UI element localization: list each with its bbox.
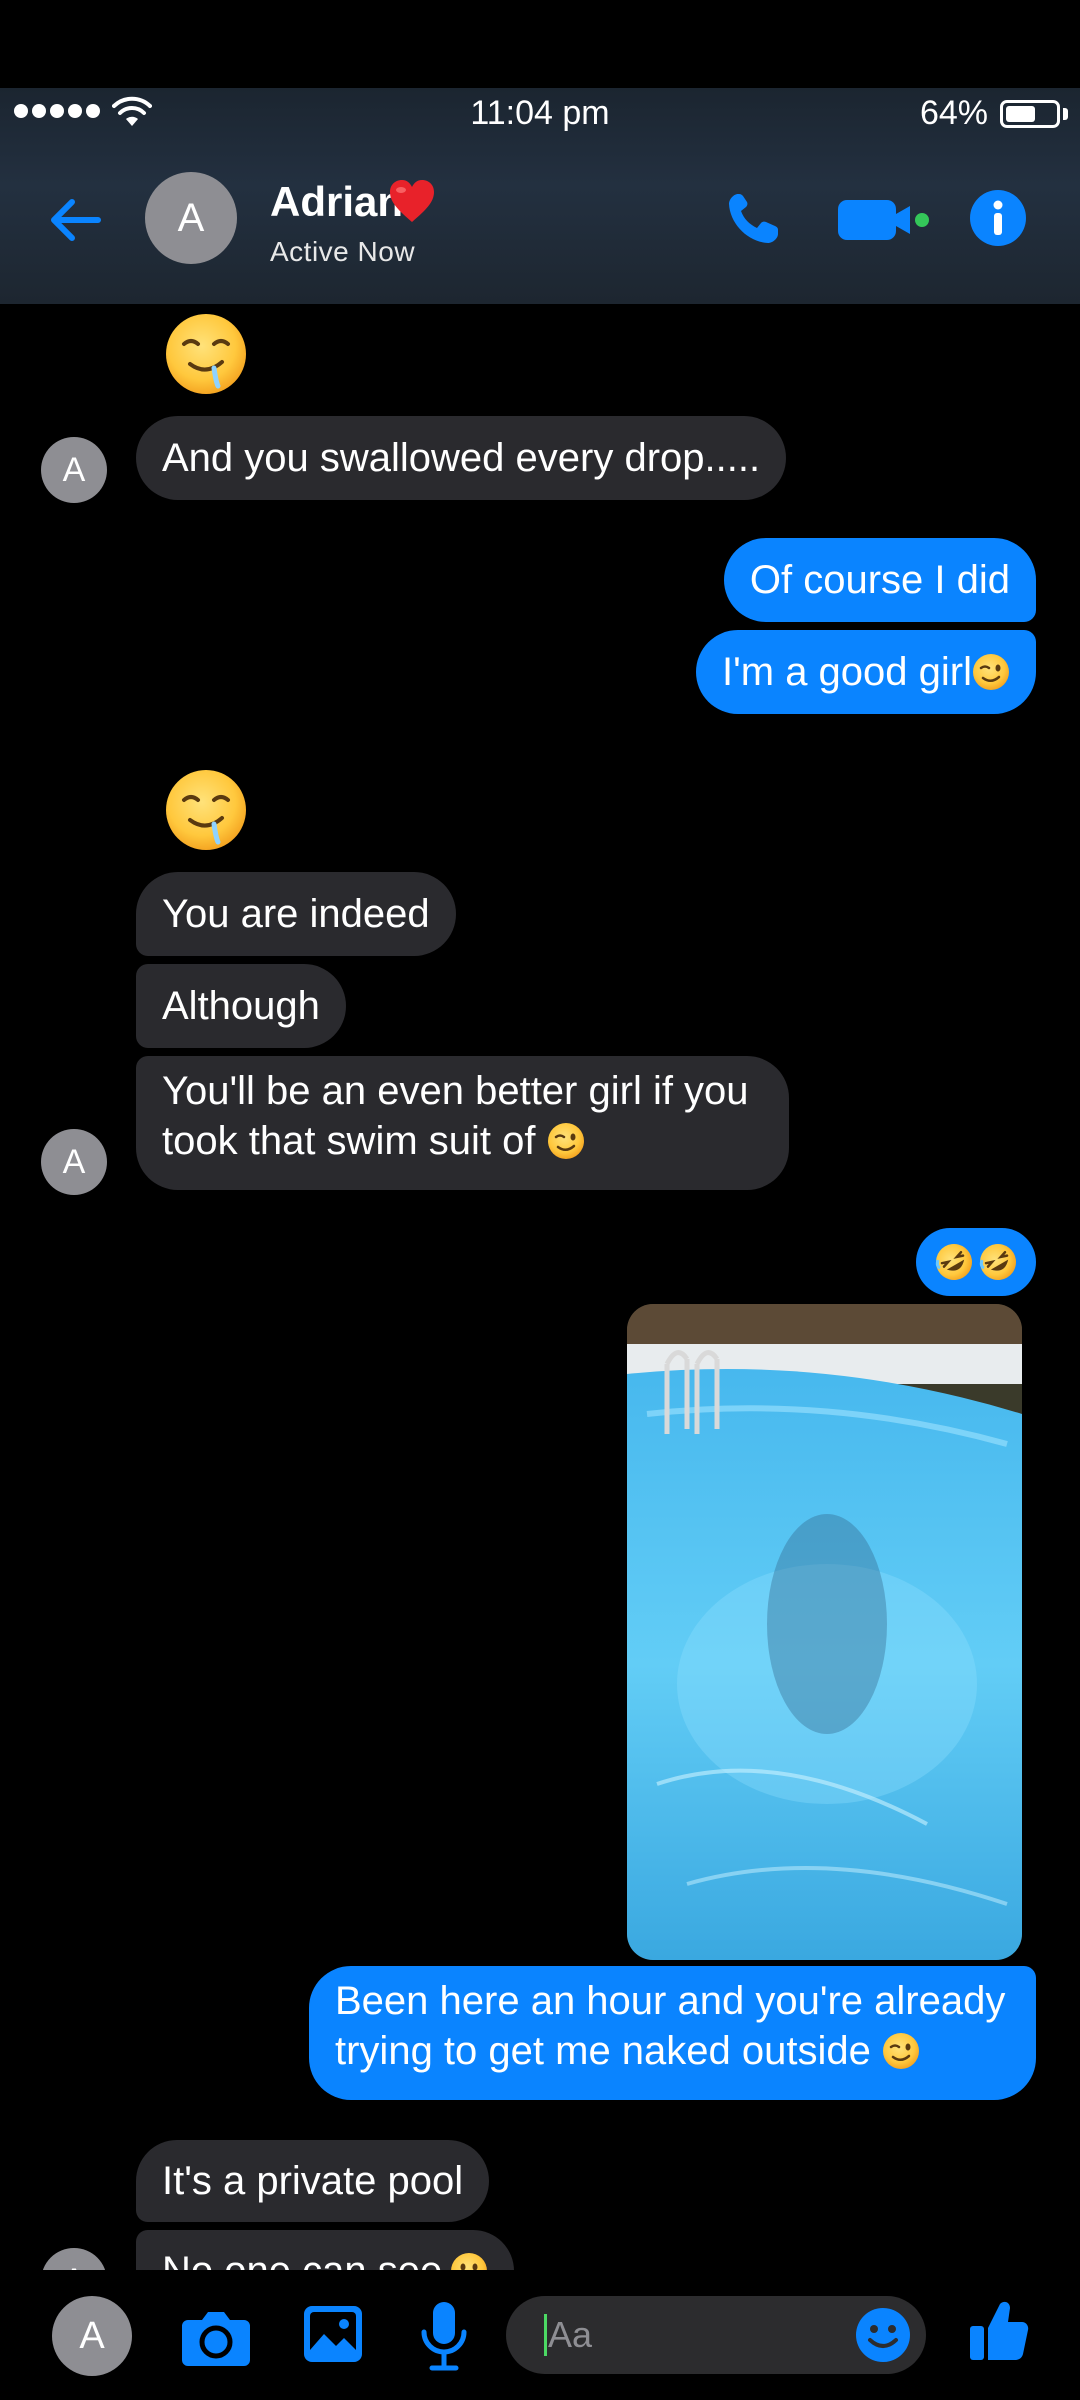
incoming-message-bubble[interactable]: It's a private pool — [136, 2140, 490, 2222]
winking-face-emoji — [973, 654, 1009, 690]
rolling-on-floor-laughing-emoji — [935, 1244, 972, 1280]
winking-face-emoji — [547, 1123, 584, 1159]
battery-icon — [1000, 100, 1060, 128]
message-text: And you swallowed every drop..... — [162, 436, 761, 480]
contact-avatar[interactable]: A — [145, 172, 237, 264]
top-black-bar — [0, 0, 1080, 88]
message-text: You are indeed — [162, 892, 430, 936]
battery-tip — [1063, 108, 1068, 120]
message-text-line: trying to get me naked outside — [335, 2026, 1010, 2076]
incoming-message-bubble[interactable]: Although — [136, 964, 346, 1048]
red-heart-icon — [390, 180, 434, 222]
gallery-icon[interactable] — [302, 2304, 364, 2364]
status-time: 11:04 pm — [470, 94, 610, 132]
message-text: took that swim suit of — [162, 1119, 536, 1163]
message-text-line: took that swim suit of — [162, 1116, 763, 1166]
info-icon[interactable] — [968, 188, 1028, 248]
back-arrow-icon[interactable] — [44, 190, 104, 250]
message-text-line: Been here an hour and you're already — [335, 1979, 1006, 2023]
contact-message-avatar[interactable]: A — [41, 1129, 107, 1195]
message-text: Although — [162, 984, 320, 1028]
incoming-message-bubble[interactable]: And you swallowed every drop..... — [136, 416, 787, 500]
contact-active-status: Active Now — [270, 236, 416, 267]
rolling-on-floor-laughing-emoji — [979, 1244, 1016, 1280]
message-input-placeholder: Aa — [548, 2314, 593, 2355]
message-text: It's a private pool — [162, 2159, 464, 2203]
outgoing-message-bubble[interactable]: I'm a good girl — [696, 630, 1036, 714]
battery-level — [1006, 106, 1035, 122]
microphone-icon[interactable] — [418, 2300, 470, 2372]
incoming-message-bubble[interactable]: You'll be an even better girl if you too… — [136, 1056, 789, 1190]
outgoing-emoji-bubble[interactable] — [916, 1228, 1036, 1296]
composer-avatar[interactable]: A — [52, 2296, 132, 2376]
message-text-line: You'll be an even better girl if you — [162, 1069, 749, 1113]
outgoing-message-bubble[interactable]: Of course I did — [723, 538, 1036, 622]
phone-call-icon[interactable] — [724, 190, 782, 248]
drooling-face-emoji — [166, 314, 246, 394]
outgoing-message-bubble[interactable]: Been here an hour and you're already try… — [309, 1966, 1036, 2100]
shared-photo[interactable] — [627, 1304, 1022, 1960]
incoming-message-bubble[interactable]: You are indeed — [136, 872, 456, 956]
message-text: trying to get me naked outside — [335, 2029, 871, 2073]
camera-icon[interactable] — [180, 2304, 252, 2368]
message-text: I'm a good girl — [722, 650, 972, 694]
text-cursor — [544, 2314, 547, 2356]
emoji-picker-icon[interactable] — [854, 2306, 912, 2364]
video-call-icon[interactable] — [836, 196, 932, 244]
winking-face-emoji — [883, 2033, 920, 2069]
thumbs-up-icon[interactable] — [968, 2298, 1030, 2362]
message-text: Of course I did — [749, 558, 1010, 602]
drooling-face-emoji — [166, 770, 246, 850]
contact-name[interactable]: Adrian — [270, 178, 403, 226]
message-input[interactable]: Aa — [506, 2296, 926, 2374]
battery-percent: 64% — [919, 94, 988, 132]
contact-message-avatar[interactable]: A — [41, 437, 107, 503]
status-bar: 11:04 pm 64% — [0, 88, 1080, 140]
